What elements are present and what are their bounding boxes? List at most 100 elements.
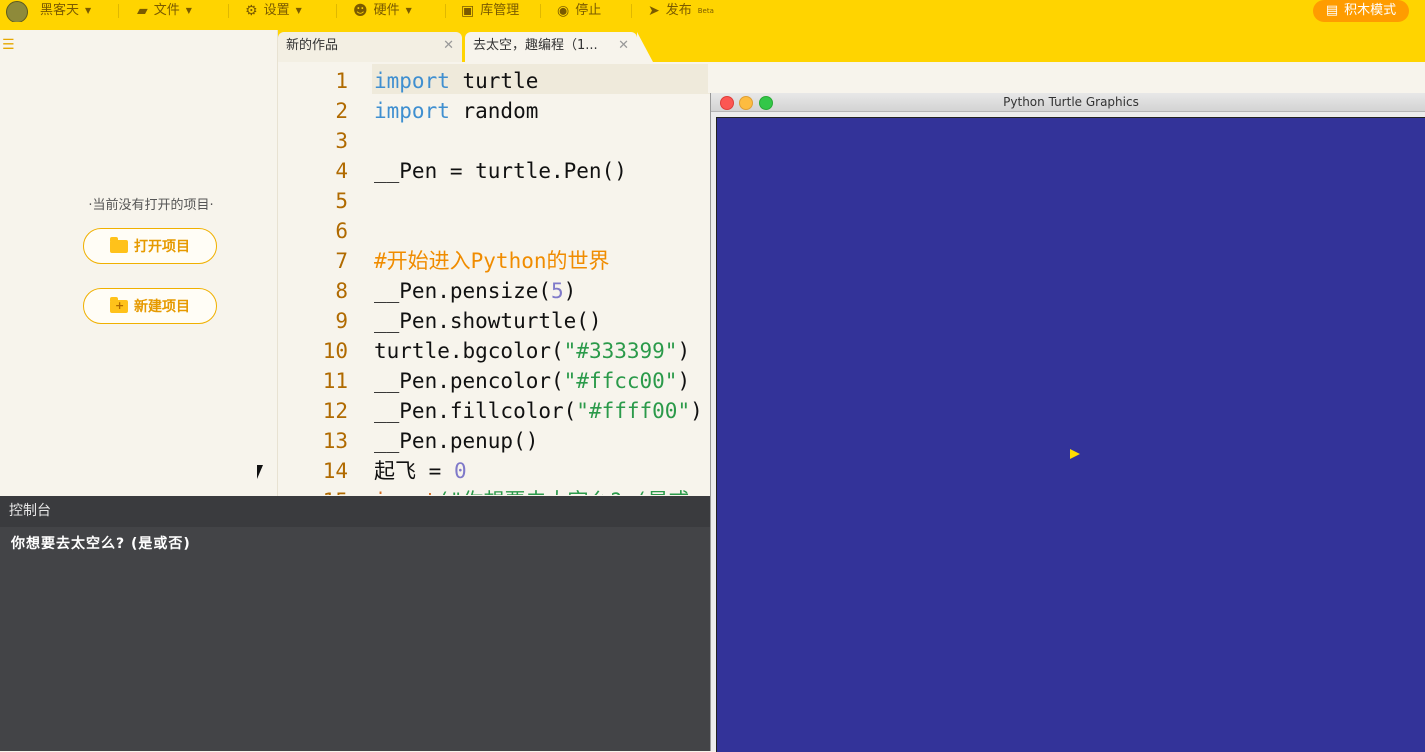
user-menu[interactable]: 黑客天 ▼ xyxy=(40,0,91,22)
block-mode-button[interactable]: ▤ 积木模式 xyxy=(1313,0,1409,22)
folder-icon xyxy=(110,236,128,253)
code-text: __Pen.showturtle() xyxy=(374,306,602,336)
code-line: 8 __Pen.pensize(5) xyxy=(278,276,710,306)
turtle-window-title: Python Turtle Graphics xyxy=(1003,95,1139,109)
open-project-button[interactable]: 打开项目 xyxy=(83,228,217,264)
robot-icon: ☻ xyxy=(353,3,368,19)
console-header: 控制台 xyxy=(0,496,712,527)
code-token: __Pen.fillcolor( xyxy=(374,399,577,423)
mouse-pointer-icon xyxy=(257,465,269,479)
menu-library-label: 库管理 xyxy=(480,3,520,18)
turtle-canvas[interactable] xyxy=(716,117,1425,752)
user-name: 黑客天 xyxy=(40,3,80,18)
list-toggle-icon[interactable]: ☰ xyxy=(2,37,15,53)
code-token: __Pen.pensize( xyxy=(374,279,552,303)
turtle-window[interactable]: Python Turtle Graphics xyxy=(710,93,1425,752)
chevron-down-icon: ▼ xyxy=(185,6,192,15)
code-line: 5 xyxy=(278,186,710,216)
code-token: 起飞 = xyxy=(374,459,454,483)
code-text: import random xyxy=(374,96,538,126)
stop-icon: ◉ xyxy=(557,3,570,19)
code-token: turtle xyxy=(449,69,539,93)
menu-settings[interactable]: ⚙ 设置 ▼ xyxy=(245,0,302,22)
tab-space-programming[interactable]: 去太空，趣编程（1... ✕ xyxy=(465,32,653,62)
line-number: 4 xyxy=(335,159,348,183)
code-line: 13 __Pen.penup() xyxy=(278,426,710,456)
menu-bar: 黑客天 ▼ ▰ 文件 ▼ ⚙ 设置 ▼ ☻ 硬件 ▼ ▣ 库管理 ◉ 停止 ➤ … xyxy=(0,0,1425,23)
code-line: 15 input("你想要去太空么? (是或 xyxy=(278,486,710,495)
close-icon[interactable]: ✕ xyxy=(443,32,454,60)
line-number: 12 xyxy=(322,399,348,423)
menu-file[interactable]: ▰ 文件 ▼ xyxy=(137,0,192,22)
stop-button[interactable]: ◉ 停止 xyxy=(557,0,601,22)
beta-badge: Beta xyxy=(697,7,714,15)
code-token: ) xyxy=(563,279,577,303)
menu-file-label: 文件 xyxy=(153,3,180,18)
code-token: ("你想要去太空么? (是或 xyxy=(437,489,689,495)
line-number: 13 xyxy=(322,429,348,453)
code-line: 2 import random xyxy=(278,96,710,126)
console-panel[interactable]: 你想要去太空么? (是或否) xyxy=(0,527,712,751)
code-line: 3 xyxy=(278,126,710,156)
line-number: 9 xyxy=(335,309,348,333)
new-project-label: 新建项目 xyxy=(134,299,190,315)
open-project-label: 打开项目 xyxy=(134,239,190,255)
menu-settings-label: 设置 xyxy=(263,3,290,18)
turtle-window-titlebar[interactable]: Python Turtle Graphics xyxy=(711,93,1425,112)
divider xyxy=(445,4,446,18)
chevron-down-icon: ▼ xyxy=(405,6,412,15)
tab-new-work[interactable]: 新的作品 ✕ xyxy=(278,32,462,62)
block-mode-label: 积木模式 xyxy=(1344,3,1397,18)
editor-background-strip xyxy=(708,62,1425,93)
publish-button[interactable]: ➤ 发布 Beta xyxy=(648,0,714,22)
code-token: ) xyxy=(677,339,691,363)
code-line: 7 #开始进入Python的世界 xyxy=(278,246,710,276)
code-token: "#333399" xyxy=(563,339,678,363)
turtle-arrow-icon xyxy=(1070,449,1080,459)
tab-label: 去太空，趣编程（1... xyxy=(473,38,598,53)
line-number: 3 xyxy=(335,129,348,153)
code-line: 12 __Pen.fillcolor("#ffff00") xyxy=(278,396,710,426)
code-text: __Pen.penup() xyxy=(374,426,538,456)
left-gutter: ☰ xyxy=(0,30,26,496)
close-icon[interactable]: ✕ xyxy=(618,32,629,60)
tab-label: 新的作品 xyxy=(286,38,339,53)
code-text: __Pen.pencolor("#ffcc00") xyxy=(374,366,690,396)
code-line: 11 __Pen.pencolor("#ffcc00") xyxy=(278,366,710,396)
code-text: __Pen.fillcolor("#ffff00") xyxy=(374,396,703,426)
code-token: random xyxy=(449,99,539,123)
line-number: 1 xyxy=(335,69,348,93)
chevron-down-icon: ▼ xyxy=(295,6,302,15)
code-line: 6 xyxy=(278,216,710,246)
code-token: import xyxy=(374,69,450,93)
code-token: import xyxy=(374,99,450,123)
divider xyxy=(228,4,229,18)
code-token: ) xyxy=(690,399,703,423)
code-line: 10 turtle.bgcolor("#333399") xyxy=(278,336,710,366)
gear-icon: ⚙ xyxy=(245,3,258,19)
line-number: 7 xyxy=(335,249,348,273)
folder-icon: ▰ xyxy=(137,3,148,19)
folder-plus-icon: + xyxy=(110,296,128,313)
menu-library[interactable]: ▣ 库管理 xyxy=(461,0,519,22)
code-text: __Pen.pensize(5) xyxy=(374,276,576,306)
code-line: 4 __Pen = turtle.Pen() xyxy=(278,156,710,186)
divider xyxy=(118,4,119,18)
line-number: 11 xyxy=(322,369,348,393)
avatar[interactable] xyxy=(6,1,28,23)
line-number: 2 xyxy=(335,99,348,123)
code-token: 5 xyxy=(551,279,564,303)
code-token: __Pen.showturtle() xyxy=(374,309,602,333)
publish-label: 发布 xyxy=(665,3,692,18)
code-token: __Pen.penup() xyxy=(374,429,539,453)
line-number: 10 xyxy=(322,339,348,363)
code-text: turtle.bgcolor("#333399") xyxy=(374,336,690,366)
divider xyxy=(540,4,541,18)
code-token: __Pen = turtle.Pen() xyxy=(374,159,627,183)
code-line: 9 __Pen.showturtle() xyxy=(278,306,710,336)
code-editor[interactable]: 1 import turtle 2 import random 3 4 __Pen = tu… xyxy=(278,62,710,495)
new-project-button[interactable]: + 新建项目 xyxy=(83,288,217,324)
divider xyxy=(336,4,337,18)
code-line: 1 import turtle xyxy=(278,66,710,96)
menu-hardware[interactable]: ☻ 硬件 ▼ xyxy=(353,0,412,22)
